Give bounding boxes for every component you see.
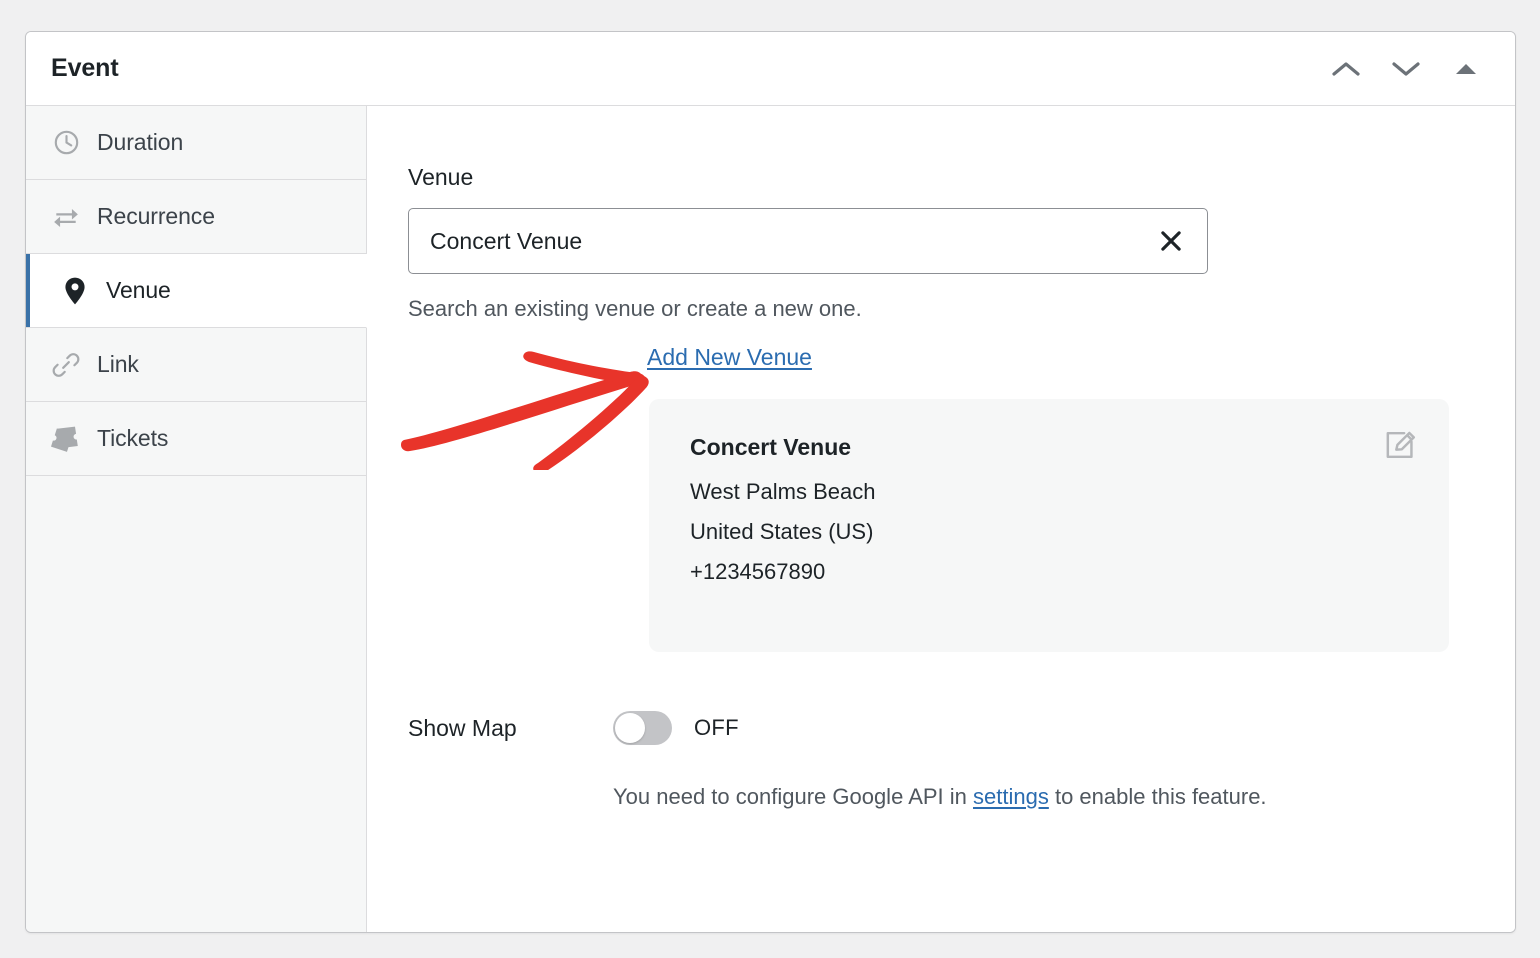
panel-header-actions xyxy=(1329,52,1491,86)
sidebar-item-label: Link xyxy=(97,351,139,377)
edit-venue-button[interactable] xyxy=(1382,427,1418,463)
sidebar-item-label: Venue xyxy=(106,277,171,303)
show-map-note: You need to configure Google API in sett… xyxy=(408,777,1383,816)
sidebar-item-link[interactable]: Link xyxy=(26,328,366,402)
venue-search-field[interactable] xyxy=(408,208,1208,274)
screen: Event Duration Recurrence Venue Link Tic… xyxy=(0,0,1540,958)
link-icon xyxy=(51,350,81,380)
repeat-icon xyxy=(51,202,81,232)
venue-card-city: West Palms Beach xyxy=(690,479,876,504)
venue-helper-text: Search an existing venue or create a new… xyxy=(408,296,862,321)
panel-header: Event xyxy=(26,32,1515,106)
chevron-up-icon xyxy=(1332,61,1360,76)
sidebar-item-duration[interactable]: Duration xyxy=(26,106,366,180)
edit-pencil-icon xyxy=(1386,431,1416,459)
venue-card-country: United States (US) xyxy=(690,519,874,544)
clear-venue-button[interactable] xyxy=(1155,225,1187,257)
settings-link[interactable]: settings xyxy=(973,784,1049,809)
event-metabox-panel: Event Duration Recurrence Venue Link Tic… xyxy=(25,31,1516,933)
show-map-note-before: You need to configure Google API in xyxy=(613,784,974,809)
page-title: Event xyxy=(51,54,119,82)
panel-body: Duration Recurrence Venue Link Tickets V… xyxy=(26,106,1515,932)
close-x-icon xyxy=(1161,231,1181,251)
show-map-row: Show Map OFF xyxy=(408,711,1515,745)
event-tabs-sidebar: Duration Recurrence Venue Link Tickets xyxy=(26,106,367,932)
show-map-toggle-state: OFF xyxy=(694,715,739,740)
chevron-down-icon xyxy=(1392,61,1420,76)
clock-icon xyxy=(51,128,81,158)
move-up-button[interactable] xyxy=(1329,52,1363,86)
toggle-panel-button[interactable] xyxy=(1449,52,1483,86)
triangle-up-icon xyxy=(1456,63,1476,74)
venue-card-phone: +1234567890 xyxy=(690,559,826,584)
tickets-icon xyxy=(51,424,81,454)
selected-venue-card: Concert Venue West Palms Beach United St… xyxy=(649,399,1449,652)
sidebar-item-label: Recurrence xyxy=(97,203,215,229)
show-map-note-after: to enable this feature. xyxy=(1048,784,1267,809)
venue-field-label: Venue xyxy=(408,164,474,190)
venue-search-input[interactable] xyxy=(430,227,1155,255)
add-new-venue-link[interactable]: Add New Venue xyxy=(647,344,812,370)
sidebar-item-label: Duration xyxy=(97,129,184,155)
sidebar-item-venue[interactable]: Venue xyxy=(26,254,367,328)
toggle-knob xyxy=(615,713,645,743)
venue-card-name: Concert Venue xyxy=(690,434,852,460)
show-map-label: Show Map xyxy=(408,714,517,741)
venue-settings-panel: Venue Search an existing venue or create… xyxy=(367,106,1515,932)
add-new-venue-row: Add New Venue xyxy=(408,344,1515,378)
sidebar-item-recurrence[interactable]: Recurrence xyxy=(26,180,366,254)
map-pin-icon xyxy=(60,276,90,306)
sidebar-item-tickets[interactable]: Tickets xyxy=(26,402,366,476)
sidebar-item-label: Tickets xyxy=(97,425,169,451)
move-down-button[interactable] xyxy=(1389,52,1423,86)
show-map-toggle[interactable] xyxy=(613,711,672,745)
